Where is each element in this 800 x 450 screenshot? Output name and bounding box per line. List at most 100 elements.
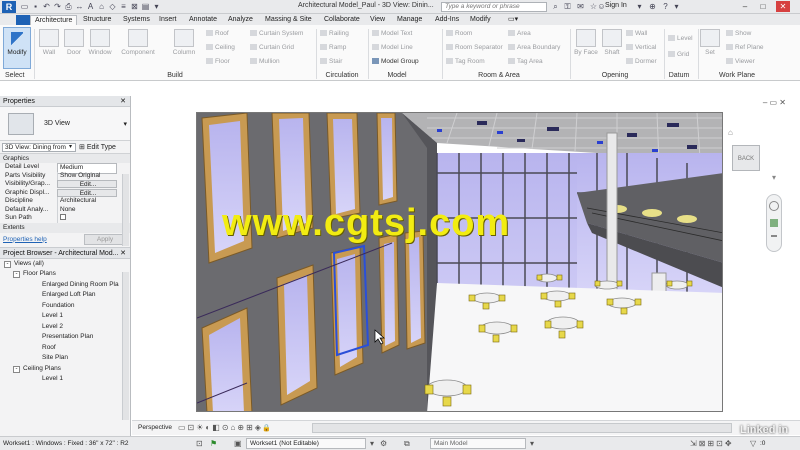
opening-vertical-button[interactable]: Vertical bbox=[626, 44, 656, 51]
view-control-icons[interactable]: ▭⊡☀◐◧⊙⌂⊕⊞◈ bbox=[178, 423, 263, 432]
redo-icon[interactable]: ↷ bbox=[53, 2, 62, 11]
opening-wall-button[interactable]: Wall bbox=[626, 30, 647, 37]
tree-item[interactable]: Site Plan bbox=[0, 353, 130, 364]
area-boundary-button[interactable]: Area Boundary bbox=[508, 44, 560, 51]
select-panel-label[interactable]: Select bbox=[5, 72, 25, 79]
tree-item[interactable]: Presentation Plan bbox=[0, 332, 130, 343]
close-views-icon[interactable]: ⊠ bbox=[130, 2, 139, 11]
ceiling-button[interactable]: Ceiling bbox=[206, 44, 235, 51]
dormer-button[interactable]: Dormer bbox=[626, 58, 657, 65]
tree-item[interactable]: Level 1 bbox=[0, 311, 130, 322]
grid-button[interactable]: Grid bbox=[668, 51, 689, 58]
open-icon[interactable]: ▭ bbox=[20, 2, 29, 11]
tree-item[interactable]: Enlarged Loft Plan bbox=[0, 290, 130, 301]
tree-item[interactable]: - Views (all) bbox=[0, 259, 130, 270]
graphics-section[interactable]: Graphics bbox=[0, 154, 130, 163]
horizontal-scrollbar[interactable] bbox=[312, 423, 732, 433]
room-button[interactable]: Room bbox=[446, 30, 472, 37]
exchange-apps-icon[interactable]: ⊕ bbox=[648, 2, 657, 11]
3d-view-icon[interactable]: ⌂ bbox=[97, 2, 106, 11]
floor-button[interactable]: Floor bbox=[206, 58, 230, 65]
close-button[interactable]: ✕ bbox=[776, 1, 790, 12]
tab-manage[interactable]: Manage bbox=[393, 15, 426, 25]
tree-collapse-icon[interactable]: - bbox=[4, 260, 11, 268]
file-tab[interactable] bbox=[16, 15, 30, 25]
view-instance-selector[interactable]: 3D View: Dining from bbox=[2, 143, 76, 152]
tab-collaborate[interactable]: Collaborate bbox=[320, 15, 364, 25]
print-icon[interactable]: ⎙ bbox=[64, 2, 73, 11]
search-input[interactable]: Type a keyword or phrase bbox=[441, 2, 547, 12]
apply-button[interactable]: Apply bbox=[84, 233, 126, 245]
tree-item[interactable]: Level 1 bbox=[0, 374, 130, 385]
room-area-panel-label[interactable]: Room & Area bbox=[466, 72, 532, 79]
door-button[interactable]: Door bbox=[60, 27, 88, 56]
selection-toggle-icons[interactable]: ⇲⊠⊞⊡✥ bbox=[690, 439, 734, 448]
tree-item[interactable]: Roof bbox=[0, 343, 130, 354]
search-icon[interactable]: ⌕ bbox=[551, 2, 560, 11]
tab-systems[interactable]: Systems bbox=[119, 15, 154, 25]
project-browser-scrollbar[interactable] bbox=[122, 272, 129, 420]
section-icon[interactable]: ◇ bbox=[108, 2, 117, 11]
viewer-button[interactable]: Viewer bbox=[726, 58, 755, 65]
design-option-dropdown-icon[interactable]: ▾ bbox=[530, 439, 534, 448]
worksets-icon[interactable]: ⊡ bbox=[196, 439, 203, 448]
tree-item[interactable]: Foundation bbox=[0, 301, 130, 312]
editable-only-icon[interactable]: ⚑ bbox=[210, 439, 217, 448]
design-option-select[interactable]: Main Model bbox=[430, 438, 526, 449]
workset-dropdown-icon[interactable]: ▾ bbox=[370, 439, 374, 448]
tab-view[interactable]: View bbox=[366, 15, 389, 25]
tree-item[interactable]: Level 2 bbox=[0, 322, 130, 333]
sun-path-checkbox[interactable] bbox=[60, 214, 66, 220]
tree-collapse-icon[interactable]: - bbox=[13, 271, 20, 278]
tab-analyze[interactable]: Analyze bbox=[224, 15, 257, 25]
curtain-system-button[interactable]: Curtain System bbox=[250, 30, 303, 37]
navigation-bar[interactable] bbox=[766, 194, 782, 252]
tree-item[interactable]: Enlarged Dining Room Pla bbox=[0, 280, 130, 291]
column-button[interactable]: Column bbox=[170, 27, 198, 56]
railing-button[interactable]: Railing bbox=[320, 30, 349, 37]
room-separator-button[interactable]: Room Separator bbox=[446, 44, 503, 51]
viewcube-menu-icon[interactable]: ▾ bbox=[772, 173, 776, 182]
viewcube[interactable]: BACK bbox=[732, 145, 760, 171]
subscription-icon[interactable]: ⚿ bbox=[563, 2, 572, 11]
tab-add-ins[interactable]: Add-Ins bbox=[431, 15, 463, 25]
tab-annotate[interactable]: Annotate bbox=[185, 15, 221, 25]
zoom-icon[interactable] bbox=[770, 219, 778, 227]
tree-item[interactable]: - Floor Plans bbox=[0, 269, 130, 280]
editing-requests-icon[interactable]: ⚙ bbox=[380, 439, 387, 448]
tag-room-button[interactable]: Tag Room bbox=[446, 58, 485, 65]
undo-icon[interactable]: ↶ bbox=[42, 2, 51, 11]
area-button[interactable]: Area bbox=[508, 30, 531, 37]
3d-view[interactable] bbox=[196, 112, 723, 412]
edit-type-button[interactable]: ⊞ Edit Type bbox=[79, 143, 116, 151]
type-dropdown-icon[interactable]: ▾ bbox=[123, 120, 127, 128]
component-button[interactable]: Component bbox=[120, 27, 156, 56]
stair-button[interactable]: Stair bbox=[320, 58, 342, 65]
modify-button[interactable]: Modify bbox=[3, 27, 31, 69]
qat-dropdown-icon[interactable]: ▾ bbox=[152, 2, 161, 11]
window-button[interactable]: Window bbox=[86, 27, 114, 56]
graphic-display-edit-button[interactable]: Edit... bbox=[57, 188, 117, 197]
view-selector-dropdown-icon[interactable]: ▾ bbox=[69, 143, 72, 150]
filter-icon[interactable]: ▽ bbox=[750, 439, 756, 448]
tag-area-button[interactable]: Tag Area bbox=[508, 58, 543, 65]
tree-collapse-icon[interactable]: - bbox=[13, 365, 20, 373]
mullion-button[interactable]: Mullion bbox=[250, 58, 280, 65]
model-group-button[interactable]: Model Group bbox=[372, 58, 419, 65]
workset-icon[interactable]: ▣ bbox=[234, 439, 242, 448]
save-icon[interactable]: ▪ bbox=[31, 2, 40, 11]
project-browser-close-icon[interactable]: ✕ bbox=[120, 248, 126, 259]
design-options-icon[interactable]: ⧉ bbox=[404, 439, 410, 449]
view-window-controls[interactable]: – ▭ ✕ bbox=[763, 98, 786, 107]
tab-architecture[interactable]: Architecture bbox=[30, 15, 78, 25]
active-workset-select[interactable]: Workset1 (Not Editable) bbox=[246, 438, 366, 449]
sign-in-dropdown-icon[interactable]: ▾ bbox=[635, 2, 644, 11]
show-button[interactable]: Show bbox=[726, 30, 751, 37]
properties-help-link[interactable]: Properties help bbox=[3, 236, 47, 243]
text-icon[interactable]: A bbox=[86, 2, 95, 11]
wall-button[interactable]: Wall bbox=[35, 27, 63, 56]
tab-massing-site[interactable]: Massing & Site bbox=[261, 15, 316, 25]
visual-style-label[interactable]: Perspective bbox=[138, 424, 172, 431]
lock-icon[interactable]: 🔒 bbox=[262, 424, 271, 432]
ribbon-minimize-icon[interactable]: ▭▾ bbox=[504, 15, 522, 25]
